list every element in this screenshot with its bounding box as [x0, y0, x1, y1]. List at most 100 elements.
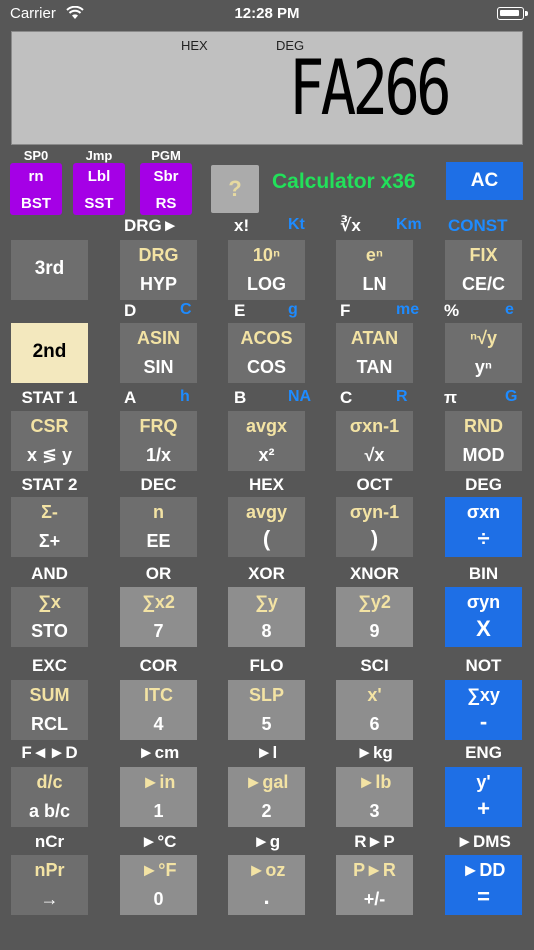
key-tan[interactable]: ATAN TAN	[336, 323, 413, 383]
key-log[interactable]: 10ⁿ LOG	[228, 240, 305, 300]
key-mod[interactable]: RND MOD	[445, 411, 522, 471]
alpha-label: e	[505, 301, 514, 318]
key-primary-label: HYP	[139, 274, 177, 294]
key-primary-label: 2nd	[32, 341, 67, 362]
key-primary-label: CE/C	[461, 274, 505, 294]
key--[interactable]: σxn ÷	[445, 497, 522, 557]
purple-key-bottom-label: RS	[155, 195, 177, 212]
key--[interactable]: y' +	[445, 767, 522, 827]
key-secondary-label: Σ-	[41, 502, 58, 522]
key-secondary-label: n	[153, 502, 164, 522]
key-primary-label: RCL	[31, 714, 68, 734]
key-2[interactable]: ►gal 2	[228, 767, 305, 827]
key--[interactable]: avgy (	[228, 497, 305, 557]
key-secondary-label: x'	[367, 685, 382, 705]
key-1-x[interactable]: FRQ 1/x	[120, 411, 197, 471]
battery-icon	[497, 7, 524, 20]
key-x-y[interactable]: CSR x ≶ y	[11, 411, 88, 471]
purple-key-sst[interactable]: Lbl SST	[73, 163, 125, 215]
key-secondary-label: ASIN	[136, 328, 180, 348]
purple-key-bottom-label: BST	[21, 195, 51, 212]
key-9[interactable]: ∑y2 9	[336, 587, 413, 647]
key-primary-label: 8	[261, 621, 272, 641]
key--[interactable]: ►DD =	[445, 855, 522, 915]
key-3rd[interactable]: 3rd	[11, 240, 88, 300]
key-ln[interactable]: eⁿ LN	[336, 240, 413, 300]
shift-label: BIN	[468, 564, 499, 583]
shift-label: STAT 1	[21, 388, 78, 407]
key-1[interactable]: ►in 1	[120, 767, 197, 827]
purple-key-bst[interactable]: rn BST	[10, 163, 62, 215]
key-ce-c[interactable]: FIX CE/C	[445, 240, 522, 300]
clock: 12:28 PM	[234, 5, 300, 22]
alpha-label: G	[505, 388, 518, 405]
key-secondary-label: ∑xy	[467, 685, 500, 705]
key--[interactable]: ►oz.	[228, 855, 305, 915]
key-7[interactable]: ∑x2 7	[120, 587, 197, 647]
key--[interactable]: P►R +/-	[336, 855, 413, 915]
key-ee[interactable]: n EE	[120, 497, 197, 557]
key-secondary-label: y'	[476, 772, 491, 792]
shift-label: nCr	[34, 832, 65, 851]
key-primary-label: 9	[369, 621, 380, 641]
shift-label: AND	[31, 564, 68, 583]
key-secondary-label: ►°F	[140, 860, 177, 880]
key-2nd[interactable]: 2nd	[11, 323, 88, 383]
alpha-label: h	[180, 388, 190, 405]
key-secondary-label: SUM	[29, 685, 70, 705]
key--[interactable]: nPr →	[11, 855, 88, 915]
key-x-[interactable]: avgx x²	[228, 411, 305, 471]
key--[interactable]: σyn-1)	[336, 497, 413, 557]
key-4[interactable]: ITC 4	[120, 680, 197, 740]
all-clear-button[interactable]: AC	[446, 162, 523, 200]
key-3[interactable]: ►lb 3	[336, 767, 413, 827]
shift-label: E	[234, 301, 246, 320]
key-secondary-label: ►lb	[357, 772, 392, 792]
shift-label: ►l	[255, 743, 278, 762]
key-secondary-label: ⁿ√y	[469, 328, 498, 348]
alpha-label: NA	[288, 388, 312, 405]
shift-label: ►g	[252, 832, 281, 851]
shift-label: DRG►	[124, 216, 179, 235]
key-secondary-label: d/c	[36, 772, 63, 792]
key-primary-label: STO	[31, 621, 68, 641]
purple-key-bottom-label: SST	[84, 195, 114, 212]
alpha-label: Km	[396, 216, 422, 233]
key-hyp[interactable]: DRG HYP	[120, 240, 197, 300]
key--x[interactable]: σxn-1 √x	[336, 411, 413, 471]
key-0[interactable]: ►°F 0	[120, 855, 197, 915]
shift-label: DEC	[140, 475, 177, 494]
help-button[interactable]: ?	[211, 165, 259, 213]
purple-key-rs[interactable]: Sbr RS	[140, 163, 192, 215]
key-primary-label: 5	[261, 714, 272, 734]
alpha-label: me	[396, 301, 420, 318]
key--[interactable]: Σ- Σ+	[11, 497, 88, 557]
key-primary-label: 2	[261, 801, 272, 821]
key-primary-label: 3	[369, 801, 380, 821]
alpha-label: R	[396, 388, 408, 405]
key--[interactable]: ∑xy -	[445, 680, 522, 740]
key-secondary-label: RND	[464, 416, 503, 436]
key-secondary-label: ACOS	[240, 328, 293, 348]
key-x[interactable]: σyn X	[445, 587, 522, 647]
key-primary-label: 1/x	[145, 445, 172, 465]
key-primary-label: COS	[246, 357, 286, 377]
shift-label: F	[340, 301, 351, 320]
key-sto[interactable]: ∑x STO	[11, 587, 88, 647]
key-5[interactable]: SLP 5	[228, 680, 305, 740]
shift-label: OCT	[356, 475, 393, 494]
key-y-[interactable]: ⁿ√y yⁿ	[445, 323, 522, 383]
key-primary-label: =	[477, 884, 490, 909]
key-a-b-c[interactable]: d/c a b/c	[11, 767, 88, 827]
shift-label: FLO	[249, 656, 284, 675]
status-bar: Carrier 12:28 PM	[0, 0, 534, 28]
key-sin[interactable]: ASIN SIN	[120, 323, 197, 383]
shift-label: ENG	[465, 743, 502, 762]
shift-label: ►kg	[356, 743, 393, 762]
key-cos[interactable]: ACOS COS	[228, 323, 305, 383]
key-8[interactable]: ∑y 8	[228, 587, 305, 647]
key-6[interactable]: x' 6	[336, 680, 413, 740]
key-rcl[interactable]: SUM RCL	[11, 680, 88, 740]
purple-key-header: PGM	[151, 148, 181, 163]
shift-label: x!	[234, 216, 250, 235]
